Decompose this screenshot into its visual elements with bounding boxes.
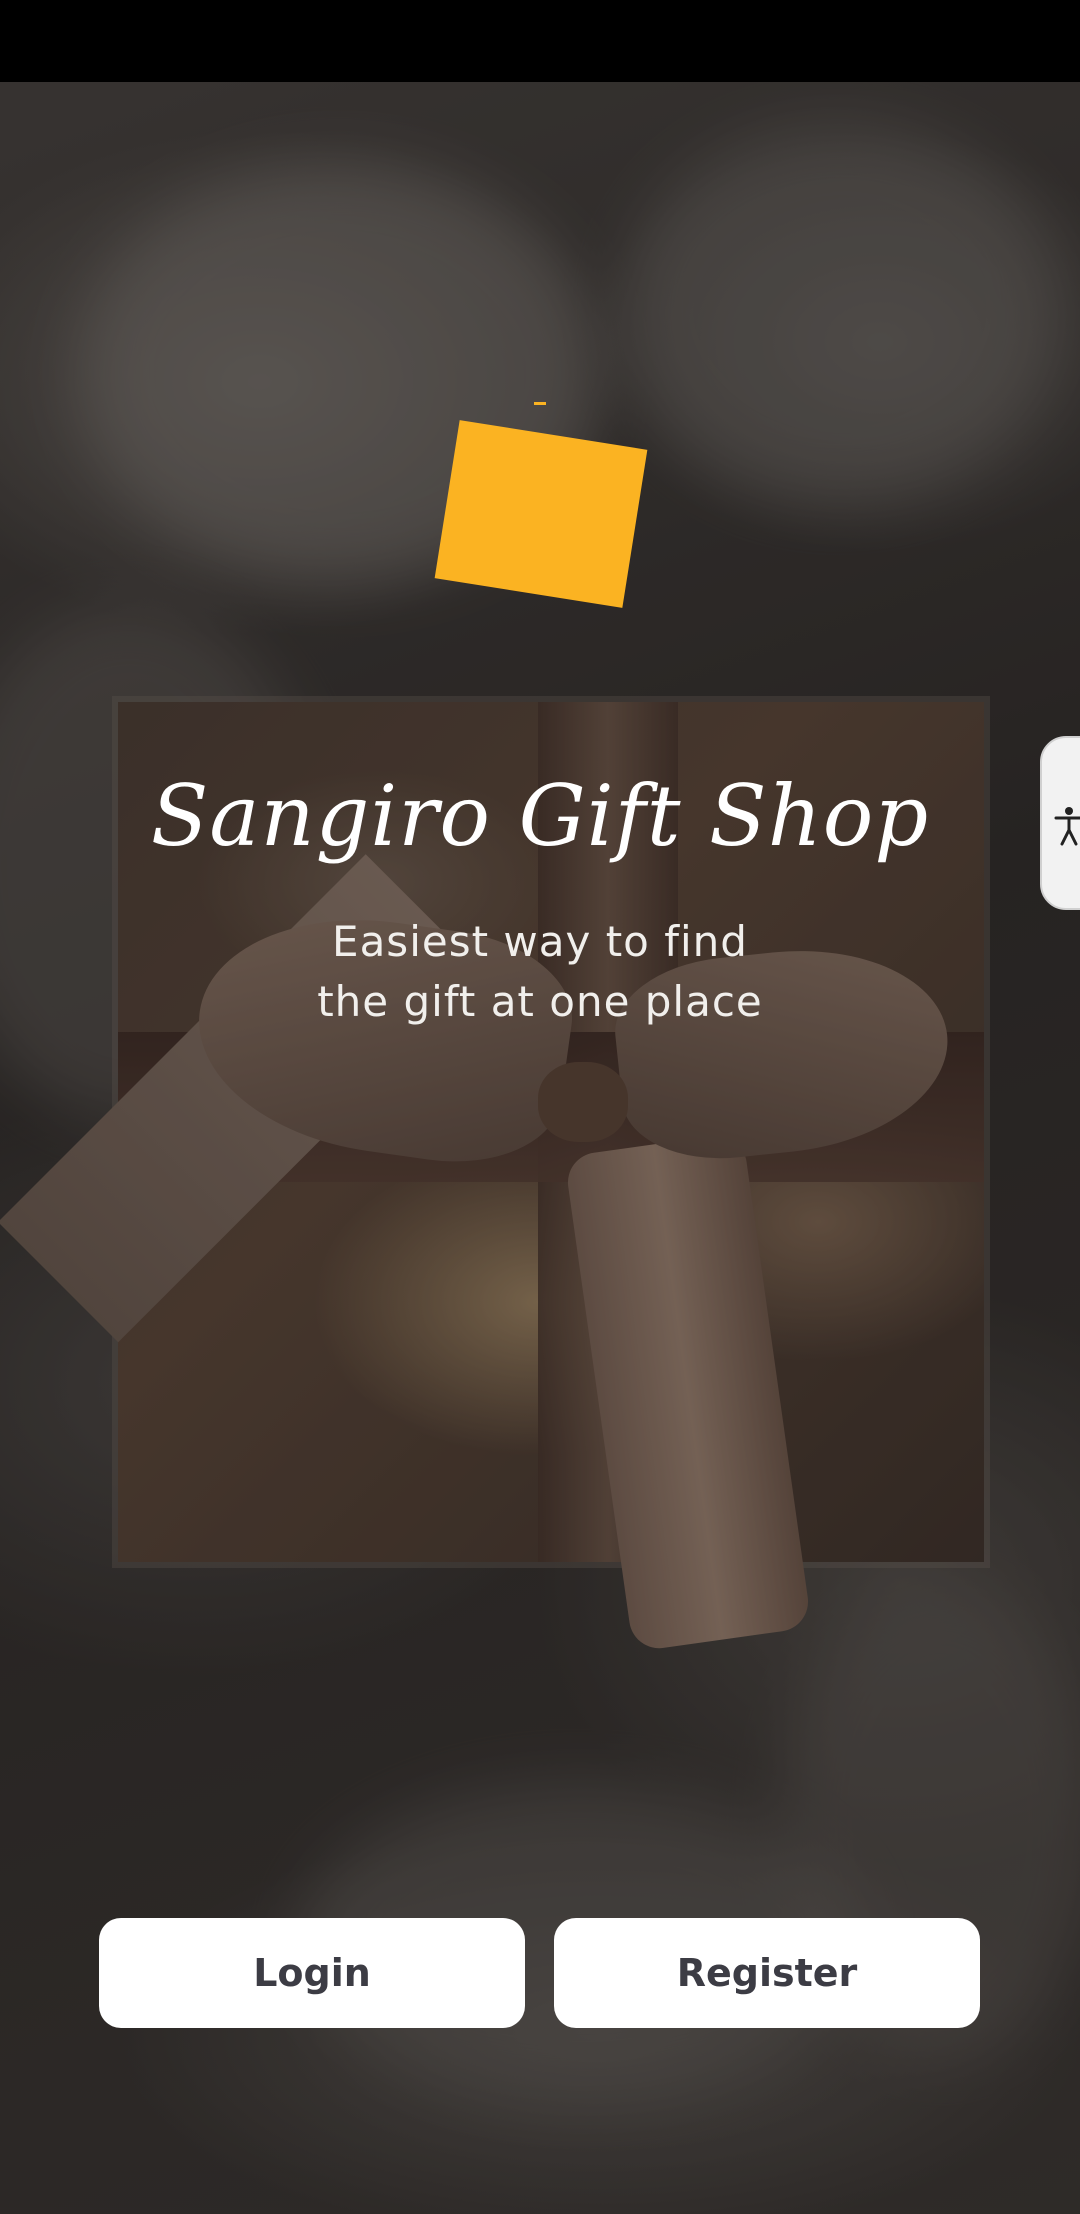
welcome-screen: Sangiro Gift Shop Easiest way to find th… xyxy=(0,82,1080,2214)
register-button[interactable]: Register xyxy=(554,1918,980,2028)
tagline-line-2: the gift at one place xyxy=(317,977,763,1026)
login-button[interactable]: Login xyxy=(99,1918,525,2028)
app-tagline: Easiest way to find the gift at one plac… xyxy=(0,912,1080,1032)
gift-logo-icon xyxy=(434,420,648,608)
status-bar xyxy=(0,0,1080,82)
app-title: Sangiro Gift Shop xyxy=(150,767,930,865)
logo-accent-mark xyxy=(534,402,546,405)
accessibility-person-icon xyxy=(1054,807,1080,846)
tagline-line-1: Easiest way to find xyxy=(332,917,748,966)
accessibility-button[interactable] xyxy=(1040,736,1080,910)
